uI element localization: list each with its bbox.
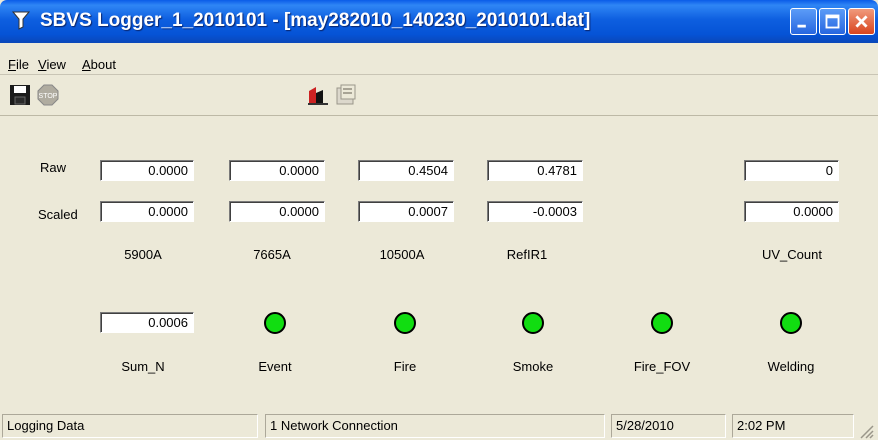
menu-file[interactable]: File [8,57,29,72]
resize-grip-icon[interactable] [858,423,874,439]
minimize-button[interactable] [790,8,817,35]
close-button[interactable] [848,8,875,35]
svg-text:STOP: STOP [39,93,58,100]
raw-row-label: Raw [40,160,67,175]
raw-refir1-field[interactable]: 0.4781 [487,160,583,181]
readings-panel: Raw Scaled 0.0000 0.0000 0.4504 0.4781 0… [0,116,878,411]
stop-icon[interactable]: STOP [36,83,60,107]
status-bar: Logging Data 1 Network Connection 5/28/2… [0,411,878,440]
raw-7665a-field[interactable]: 0.0000 [229,160,325,181]
window-title: SBVS Logger_1_2010101 - [may282010_14023… [40,10,591,31]
scaled-refir1-field[interactable]: -0.0003 [487,201,583,222]
sum-n-field[interactable]: 0.0006 [100,312,194,333]
channel-label-7665a: 7665A [253,247,291,262]
floppy-disk-icon[interactable] [8,83,32,107]
scaled-10500a-field[interactable]: 0.0007 [358,201,454,222]
status-connection: 1 Network Connection [265,414,605,438]
fire-label: Fire [393,359,417,374]
channel-label-uv-count: UV_Count [762,247,822,262]
title-bar[interactable]: SBVS Logger_1_2010101 - [may282010_14023… [0,0,878,43]
raw-10500a-field[interactable]: 0.4504 [358,160,454,181]
smoke-label: Smoke [512,359,554,374]
toolbar: STOP [0,75,878,116]
scaled-7665a-field[interactable]: 0.0000 [229,201,325,222]
status-message: Logging Data [2,414,258,438]
menu-about[interactable]: About [82,57,116,72]
scaled-5900a-field[interactable]: 0.0000 [100,201,194,222]
menu-view[interactable]: View [38,57,66,72]
funnel-icon[interactable] [10,9,32,31]
fire-fov-label: Fire_FOV [633,359,691,374]
welding-label: Welding [767,359,815,374]
chart-icon[interactable] [306,83,330,107]
fire-indicator-icon [394,312,416,334]
sum-n-label: Sum_N [121,359,165,374]
smoke-indicator-icon [522,312,544,334]
menu-bar: File View About [0,43,878,75]
maximize-button[interactable] [819,8,846,35]
app-window: SBVS Logger_1_2010101 - [may282010_14023… [0,0,878,440]
channel-label-5900a: 5900A [124,247,162,262]
fire-fov-indicator-icon [651,312,673,334]
scaled-row-label: Scaled [38,207,78,222]
raw-5900a-field[interactable]: 0.0000 [100,160,194,181]
properties-icon[interactable] [334,83,358,107]
channel-label-refir1: RefIR1 [506,247,548,262]
welding-indicator-icon [780,312,802,334]
channel-label-10500a: 10500A [379,247,425,262]
status-time: 2:02 PM [732,414,854,438]
event-indicator-icon [264,312,286,334]
scaled-uv-count-field[interactable]: 0.0000 [744,201,839,222]
raw-uv-count-field[interactable]: 0 [744,160,839,181]
event-label: Event [258,359,292,374]
status-date: 5/28/2010 [611,414,726,438]
